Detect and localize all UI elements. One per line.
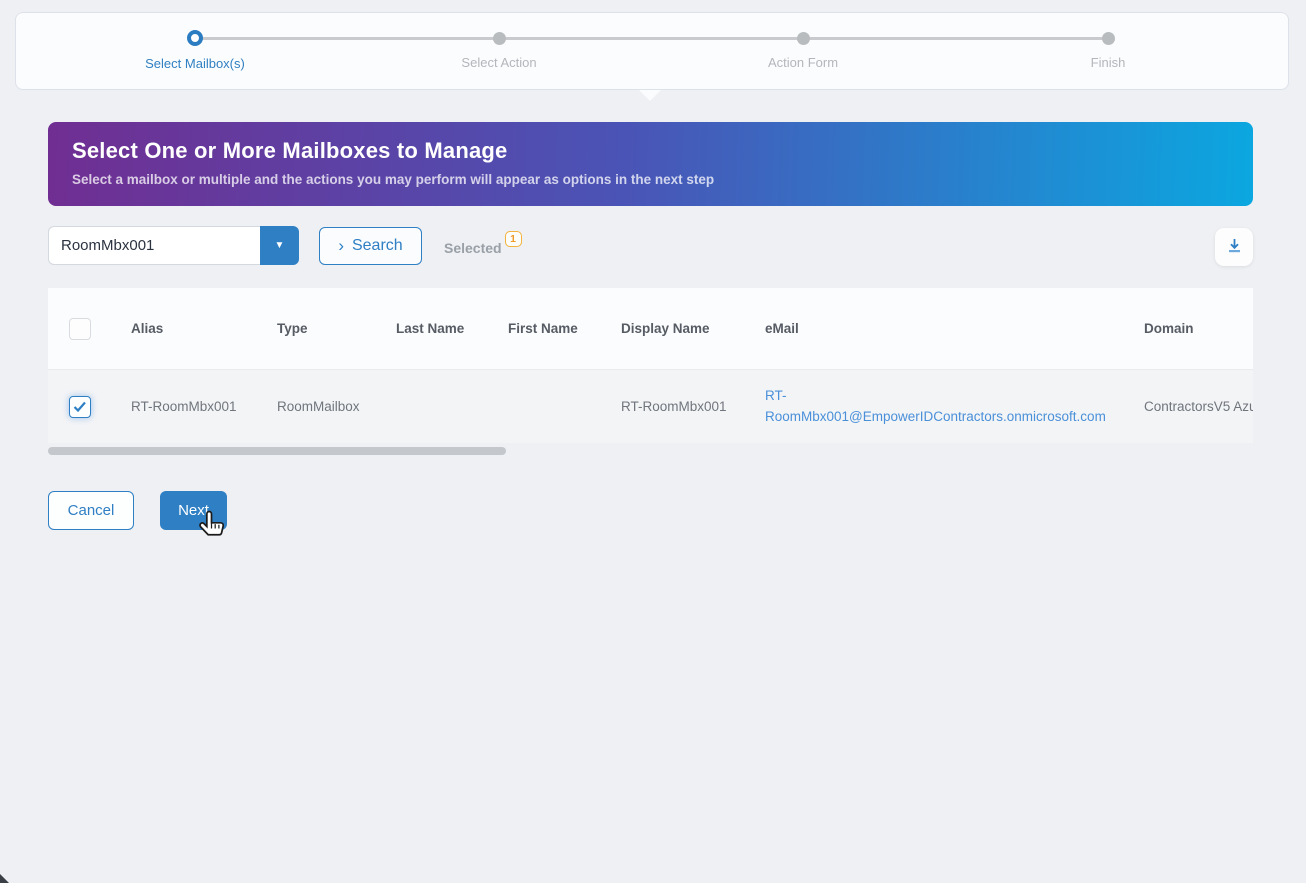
selected-count-badge: 1 — [505, 231, 522, 247]
wizard-screen: Select Mailbox(s) Select Action Action F… — [0, 0, 1306, 883]
selected-counter: Selected1 — [444, 240, 522, 258]
cell-type: RoomMailbox — [277, 399, 360, 414]
row-checkbox[interactable] — [69, 396, 91, 418]
search-input[interactable] — [48, 226, 260, 265]
step-dot-icon — [1102, 32, 1115, 45]
cell-domain: ContractorsV5 Azu — [1144, 399, 1253, 414]
search-button[interactable]: › Search — [319, 227, 422, 265]
next-button[interactable]: Next — [160, 491, 227, 530]
screen-corner-artifact — [0, 874, 9, 883]
column-header-last-name[interactable]: Last Name — [396, 321, 464, 336]
stepper-pointer-notch — [639, 90, 661, 101]
step-dot-icon — [493, 32, 506, 45]
table-header-row: Alias Type Last Name First Name Display … — [48, 288, 1253, 370]
step-label: Select Action — [409, 55, 589, 70]
horizontal-scrollbar-thumb[interactable] — [48, 447, 506, 455]
select-all-checkbox[interactable] — [69, 318, 91, 340]
selected-label: Selected — [444, 240, 502, 256]
step-label: Finish — [1018, 55, 1198, 70]
column-header-email[interactable]: eMail — [765, 321, 799, 336]
page-title: Select One or More Mailboxes to Manage — [72, 138, 507, 164]
chevron-right-icon: › — [338, 237, 344, 254]
caret-down-icon: ▼ — [275, 240, 285, 251]
step-select-mailboxes[interactable]: Select Mailbox(s) — [105, 13, 285, 71]
search-button-label: Search — [352, 237, 403, 255]
cancel-button[interactable]: Cancel — [48, 491, 134, 530]
stepper-connector-line — [195, 37, 1108, 40]
page-subtitle: Select a mailbox or multiple and the act… — [72, 172, 714, 187]
step-dot-active-icon — [187, 30, 203, 46]
table-row[interactable]: RT-RoomMbx001 RoomMailbox RT-RoomMbx001 … — [48, 370, 1253, 443]
export-download-button[interactable] — [1215, 228, 1253, 266]
column-header-domain[interactable]: Domain — [1144, 321, 1194, 336]
step-finish[interactable]: Finish — [1018, 13, 1198, 70]
step-label: Action Form — [713, 55, 893, 70]
column-header-alias[interactable]: Alias — [131, 321, 163, 336]
step-label: Select Mailbox(s) — [105, 56, 285, 71]
download-icon — [1226, 237, 1243, 257]
check-icon — [73, 401, 87, 413]
wizard-stepper: Select Mailbox(s) Select Action Action F… — [15, 12, 1289, 90]
cell-alias: RT-RoomMbx001 — [131, 399, 237, 414]
column-header-type[interactable]: Type — [277, 321, 308, 336]
cell-email-link[interactable]: RT-RoomMbx001@EmpowerIDContractors.onmic… — [765, 386, 1113, 427]
cell-display-name: RT-RoomMbx001 — [621, 399, 727, 414]
search-dropdown-button[interactable]: ▼ — [260, 226, 299, 265]
page-banner: Select One or More Mailboxes to Manage S… — [48, 122, 1253, 206]
column-header-first-name[interactable]: First Name — [508, 321, 578, 336]
column-header-display-name[interactable]: Display Name — [621, 321, 710, 336]
step-action-form[interactable]: Action Form — [713, 13, 893, 70]
step-dot-icon — [797, 32, 810, 45]
mailbox-table: Alias Type Last Name First Name Display … — [48, 288, 1253, 443]
step-select-action[interactable]: Select Action — [409, 13, 589, 70]
